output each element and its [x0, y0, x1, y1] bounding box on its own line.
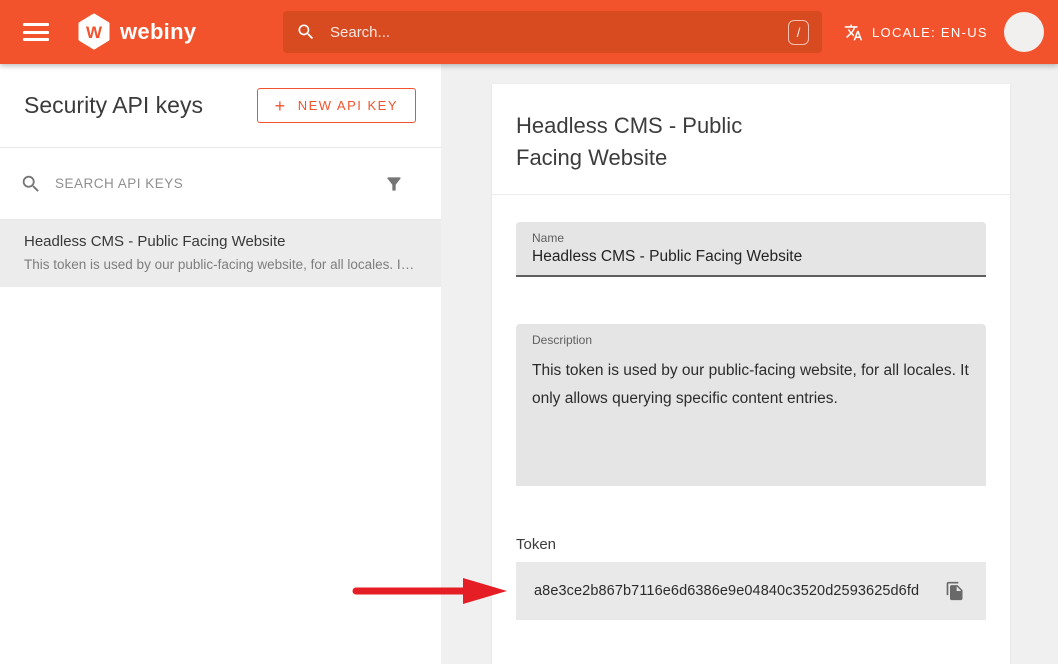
copy-icon	[945, 581, 965, 601]
name-field-label: Name	[532, 231, 970, 245]
detail-title: Headless CMS - Public Facing Website	[516, 110, 776, 174]
description-textarea[interactable]: This token is used by our public-facing …	[532, 350, 970, 468]
token-label: Token	[516, 536, 986, 553]
description-field: Description This token is used by our pu…	[516, 324, 986, 486]
global-search-input[interactable]	[330, 24, 788, 41]
search-icon	[20, 173, 42, 195]
new-api-key-button[interactable]: + NEW API KEY	[257, 88, 416, 123]
filter-funnel-icon	[384, 174, 404, 194]
description-field-label: Description	[532, 333, 970, 347]
list-item-title: Headless CMS - Public Facing Website	[24, 233, 417, 250]
logo-wordmark: webiny	[120, 19, 196, 45]
api-keys-search-input[interactable]	[55, 176, 371, 191]
detail-header: Headless CMS - Public Facing Website	[492, 84, 1010, 195]
detail-form: Name Description This token is used by o…	[492, 222, 1010, 620]
token-value: a8e3ce2b867b7116e6d6386e9e04840c3520d259…	[534, 583, 936, 599]
page-title: Security API keys	[24, 92, 203, 119]
token-box: a8e3ce2b867b7116e6d6386e9e04840c3520d259…	[516, 562, 986, 620]
top-app-bar: W webiny / LOCALE: EN-US	[0, 0, 1058, 64]
name-input[interactable]	[532, 248, 970, 266]
main-content: Security API keys + NEW API KEY Headless…	[0, 64, 1058, 664]
api-keys-search-row	[0, 148, 441, 220]
locale-label: LOCALE: EN-US	[872, 25, 988, 40]
slash-shortcut-badge: /	[788, 20, 809, 45]
hamburger-icon	[23, 23, 49, 41]
logo-letter: W	[86, 23, 103, 42]
api-keys-panel: Security API keys + NEW API KEY Headless…	[0, 64, 441, 664]
webiny-logo-icon: W	[77, 13, 111, 50]
plus-icon: +	[275, 97, 287, 115]
api-key-list-item[interactable]: Headless CMS - Public Facing Website Thi…	[0, 220, 441, 287]
name-field: Name	[516, 222, 986, 277]
list-item-description: This token is used by our public-facing …	[24, 257, 417, 272]
webiny-logo: W webiny	[77, 13, 196, 50]
search-icon	[296, 22, 316, 42]
menu-button[interactable]	[22, 20, 50, 44]
locale-selector[interactable]: LOCALE: EN-US	[840, 0, 992, 64]
api-key-list: Headless CMS - Public Facing Website Thi…	[0, 220, 441, 287]
filter-button[interactable]	[384, 174, 404, 194]
copy-token-button[interactable]	[936, 572, 974, 610]
new-api-key-button-label: NEW API KEY	[298, 98, 398, 113]
panel-header: Security API keys + NEW API KEY	[0, 64, 441, 148]
global-search-bar[interactable]: /	[283, 11, 822, 53]
translate-icon	[844, 23, 863, 42]
user-avatar[interactable]	[1004, 12, 1044, 52]
api-key-detail-card: Headless CMS - Public Facing Website Nam…	[492, 84, 1010, 664]
